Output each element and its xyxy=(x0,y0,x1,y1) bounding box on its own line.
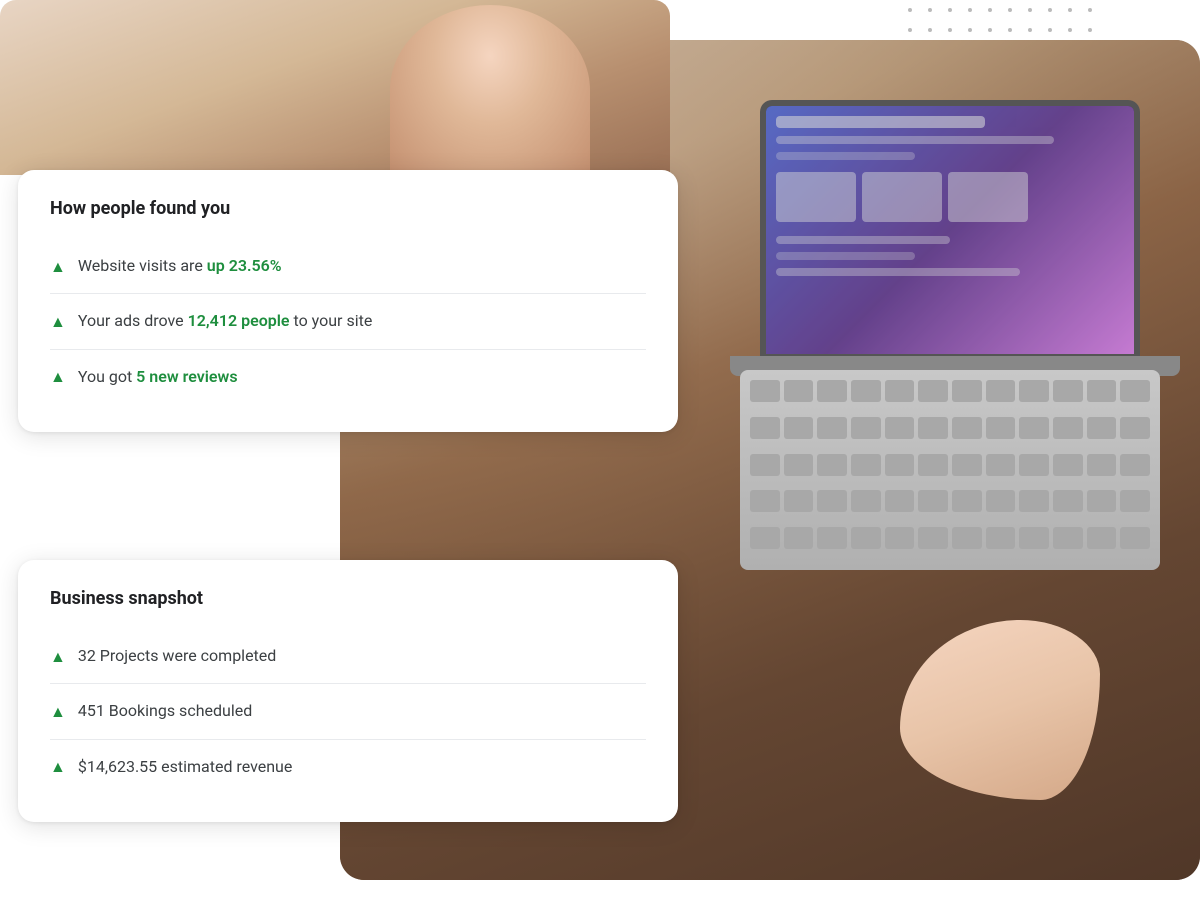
bookings-scheduled-text: 451 Bookings scheduled xyxy=(78,700,252,722)
card-bottom-title: Business snapshot xyxy=(50,588,646,609)
up-arrow-icon: ▲ xyxy=(50,312,66,332)
list-item: ▲ $14,623.55 estimated revenue xyxy=(50,740,646,794)
list-item: ▲ 451 Bookings scheduled xyxy=(50,684,646,739)
up-arrow-icon: ▲ xyxy=(50,702,66,722)
laptop-screen xyxy=(760,100,1140,360)
scene: How people found you ▲ Website visits ar… xyxy=(0,0,1200,917)
list-item: ▲ Website visits are up 23.56% xyxy=(50,239,646,294)
laptop-keyboard xyxy=(740,370,1160,570)
estimated-revenue-text: $14,623.55 estimated revenue xyxy=(78,756,293,778)
new-reviews-highlight: 5 new reviews xyxy=(136,367,237,386)
list-item: ▲ You got 5 new reviews xyxy=(50,350,646,404)
how-people-found-you-card: How people found you ▲ Website visits ar… xyxy=(18,170,678,432)
new-reviews-text: You got 5 new reviews xyxy=(78,366,238,388)
website-visits-highlight: up 23.56% xyxy=(207,256,282,275)
up-arrow-icon: ▲ xyxy=(50,647,66,667)
list-item: ▲ 32 Projects were completed xyxy=(50,629,646,684)
website-visits-text: Website visits are up 23.56% xyxy=(78,255,282,277)
business-snapshot-card: Business snapshot ▲ 32 Projects were com… xyxy=(18,560,678,822)
up-arrow-icon: ▲ xyxy=(50,367,66,387)
up-arrow-icon: ▲ xyxy=(50,257,66,277)
list-item: ▲ Your ads drove 12,412 people to your s… xyxy=(50,294,646,349)
top-photo-strip xyxy=(0,0,670,175)
up-arrow-icon: ▲ xyxy=(50,757,66,777)
card-top-title: How people found you xyxy=(50,198,646,219)
projects-completed-text: 32 Projects were completed xyxy=(78,645,276,667)
ads-drove-highlight: 12,412 people xyxy=(188,311,290,330)
ads-drove-text: Your ads drove 12,412 people to your sit… xyxy=(78,310,372,332)
